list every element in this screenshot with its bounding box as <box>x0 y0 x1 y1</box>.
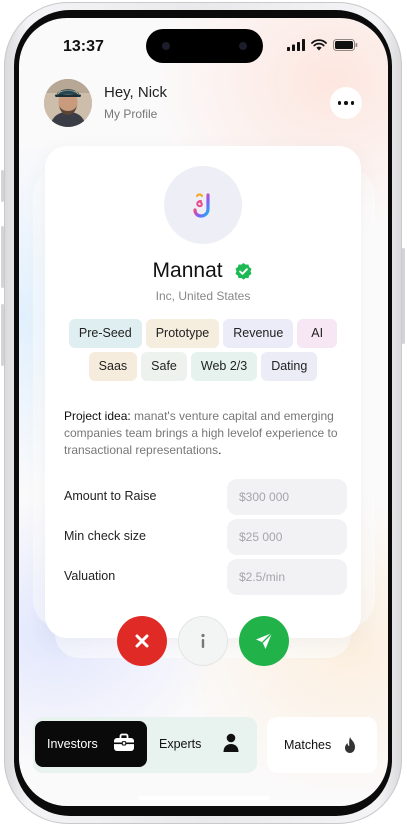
greeting: Hey, Nick <box>104 84 168 101</box>
project-idea-label: Project idea: <box>64 409 131 423</box>
tag-saas[interactable]: Saas <box>88 352 138 381</box>
tag-row: Pre-Seed Prototype Revenue AI <box>45 319 361 348</box>
amount-to-raise-row: Amount to Raise <box>64 479 349 515</box>
dot <box>350 101 355 105</box>
home-indicator <box>139 796 269 800</box>
close-icon <box>135 634 149 648</box>
company-location: Inc, United States <box>155 289 251 303</box>
tab-experts[interactable]: Experts <box>155 721 255 767</box>
valuation-input[interactable] <box>227 559 347 595</box>
bottom-navigation: Investors Experts Matches <box>33 717 377 773</box>
amount-to-raise-label: Amount to Raise <box>64 489 157 503</box>
project-idea: Project idea: manat's venture capital an… <box>64 408 346 459</box>
phone-volume-up-button <box>1 226 4 288</box>
startup-card[interactable]: Mannat Inc, United States Pre-Seed Proto… <box>45 146 361 638</box>
phone-power-button <box>402 248 405 344</box>
profile-header: Hey, Nick My Profile <box>44 79 364 129</box>
company-logo <box>164 166 242 244</box>
app-screen: 13:37 Hey, Nick My Profile Mannat Inc, U… <box>19 18 388 806</box>
tab-matches[interactable]: Matches <box>267 717 377 773</box>
battery-icon <box>333 39 358 51</box>
person-icon <box>223 733 239 752</box>
valuation-label: Valuation <box>64 569 116 583</box>
send-icon <box>256 632 273 649</box>
tag-dating[interactable]: Dating <box>261 352 318 381</box>
min-check-size-label: Min check size <box>64 529 146 543</box>
cellular-signal-icon <box>287 39 305 51</box>
tag-ai[interactable]: AI <box>297 319 338 348</box>
company-title: Mannat <box>45 259 361 283</box>
status-time: 13:37 <box>63 38 104 55</box>
tag-pre-seed[interactable]: Pre-Seed <box>68 319 142 348</box>
tag-revenue[interactable]: Revenue <box>223 319 294 348</box>
tag-prototype[interactable]: Prototype <box>145 319 220 348</box>
tag-safe[interactable]: Safe <box>141 352 187 381</box>
mannat-logo-icon <box>193 193 210 218</box>
info-icon <box>201 633 205 648</box>
info-button[interactable] <box>178 616 228 666</box>
status-icons <box>287 39 358 51</box>
fire-icon <box>345 737 355 753</box>
tab-investors[interactable]: Investors <box>35 721 147 767</box>
avatar-photo <box>44 79 92 127</box>
my-profile-link[interactable]: My Profile <box>104 107 157 121</box>
company-name: Mannat <box>152 259 223 283</box>
min-check-size-input[interactable] <box>227 519 347 555</box>
wifi-icon <box>311 39 327 51</box>
avatar[interactable] <box>44 79 92 127</box>
tab-experts-label: Experts <box>159 737 202 751</box>
camera-dot <box>239 42 247 50</box>
tab-matches-label: Matches <box>284 738 332 752</box>
phone-action-button <box>1 170 4 202</box>
briefcase-icon <box>114 733 134 751</box>
verified-badge-icon <box>235 262 252 280</box>
phone-volume-down-button <box>1 304 4 366</box>
more-options-button[interactable] <box>330 87 362 119</box>
tab-investors-label: Investors <box>47 737 98 751</box>
project-idea-period: . <box>218 443 222 457</box>
reject-button[interactable] <box>117 616 167 666</box>
tag-web-2-3[interactable]: Web 2/3 <box>190 352 258 381</box>
tag-list: Pre-Seed Prototype Revenue AI Saas Safe … <box>45 319 361 385</box>
amount-to-raise-input[interactable] <box>227 479 347 515</box>
dot <box>337 101 342 105</box>
min-check-size-row: Min check size <box>64 519 349 555</box>
dynamic-island <box>146 29 263 63</box>
nav-segment-group: Investors Experts <box>33 717 257 773</box>
dot <box>344 101 348 105</box>
valuation-row: Valuation <box>64 559 349 595</box>
send-button[interactable] <box>239 616 289 666</box>
sensor-dot <box>162 42 170 50</box>
tag-row: Saas Safe Web 2/3 Dating <box>45 352 361 381</box>
